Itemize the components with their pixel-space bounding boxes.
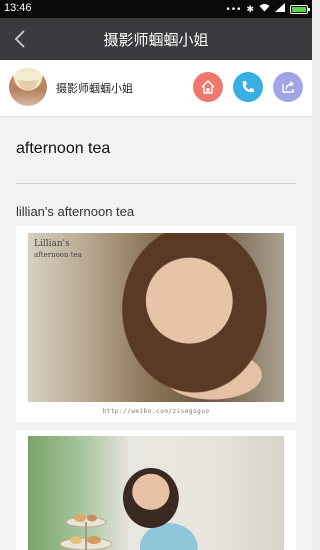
share-icon — [282, 81, 295, 93]
cellular-icon — [275, 3, 285, 16]
status-time: 13:46 — [4, 2, 32, 14]
profile-name[interactable]: 摄影师蝈蝈小姐 — [56, 80, 133, 96]
photo-caption: http://weibo.com/zisegoguo — [102, 408, 210, 415]
home-icon — [201, 80, 215, 94]
page-title: 摄影师蝈蝈小姐 — [103, 31, 209, 49]
profile-header: 摄影师蝈蝈小姐 — [0, 60, 312, 117]
photo-watermark-subtitle: afternoon tea — [34, 251, 82, 259]
wifi-icon — [259, 3, 270, 16]
signal-dots-icon: ••• — [225, 4, 242, 15]
photo-card[interactable] — [16, 430, 296, 550]
bluetooth-icon: ✱ — [246, 4, 254, 15]
phone-icon — [242, 81, 254, 93]
article-subtitle: lillian's afternoon tea — [16, 204, 135, 219]
cake-stand-illustration — [59, 514, 113, 550]
status-icons: ••• ✱ — [225, 3, 310, 16]
battery-icon — [290, 5, 310, 14]
photo-watermark: Lillian's afternoon tea — [34, 239, 82, 261]
article-title: afternoon tea — [16, 140, 111, 157]
status-bar: 13:46 ••• ✱ — [0, 0, 312, 18]
photo-image[interactable]: Lillian's afternoon tea — [28, 233, 284, 402]
top-nav-bar: 摄影师蝈蝈小姐 — [0, 18, 312, 60]
photo-watermark-title: Lillian's — [34, 239, 70, 249]
divider — [16, 183, 296, 184]
article-content: afternoon tea lillian's afternoon tea Li… — [0, 118, 312, 550]
photo-card[interactable]: Lillian's afternoon tea http://weibo.com… — [16, 226, 296, 422]
avatar[interactable] — [9, 68, 47, 106]
share-button[interactable] — [273, 72, 303, 102]
home-button[interactable] — [193, 72, 223, 102]
photo-image[interactable] — [28, 436, 284, 550]
phone-button[interactable] — [233, 72, 263, 102]
